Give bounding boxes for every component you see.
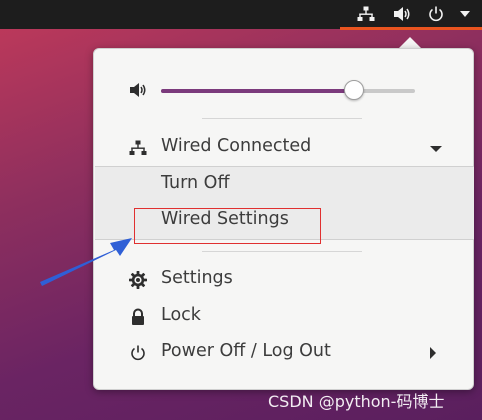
volume-icon (128, 80, 148, 100)
power-label: Power Off / Log Out (161, 341, 331, 361)
turn-off-label: Turn Off (161, 173, 230, 193)
lock-item[interactable]: Lock (94, 302, 475, 332)
power-icon[interactable] (426, 5, 446, 23)
active-indicator (340, 27, 482, 30)
menu-caret-icon[interactable] (458, 5, 472, 23)
annotation-highlight-box (134, 208, 321, 244)
watermark: CSDN @python-码博士 (268, 392, 445, 411)
system-menu: Wired Connected Turn Off Wired Settings (93, 48, 474, 390)
lock-icon (128, 307, 148, 327)
power-item[interactable]: Power Off / Log Out (94, 338, 475, 368)
chevron-right-icon (430, 347, 436, 359)
top-bar (0, 0, 482, 30)
volume-icon[interactable] (392, 5, 412, 23)
network-wired-icon (128, 138, 148, 158)
network-wired-icon[interactable] (356, 5, 376, 23)
settings-label: Settings (161, 268, 233, 288)
lock-label: Lock (161, 305, 201, 325)
gear-icon (128, 270, 148, 290)
volume-slider-knob[interactable] (344, 80, 364, 100)
network-row[interactable]: Wired Connected (94, 133, 475, 163)
volume-slider-fill (161, 89, 354, 93)
power-icon (128, 343, 148, 363)
turn-off-item[interactable]: Turn Off (94, 170, 475, 200)
separator (202, 251, 362, 252)
volume-row (94, 75, 475, 105)
network-label: Wired Connected (161, 136, 312, 156)
settings-item[interactable]: Settings (94, 265, 475, 295)
separator (202, 118, 362, 119)
chevron-down-icon (430, 146, 442, 152)
